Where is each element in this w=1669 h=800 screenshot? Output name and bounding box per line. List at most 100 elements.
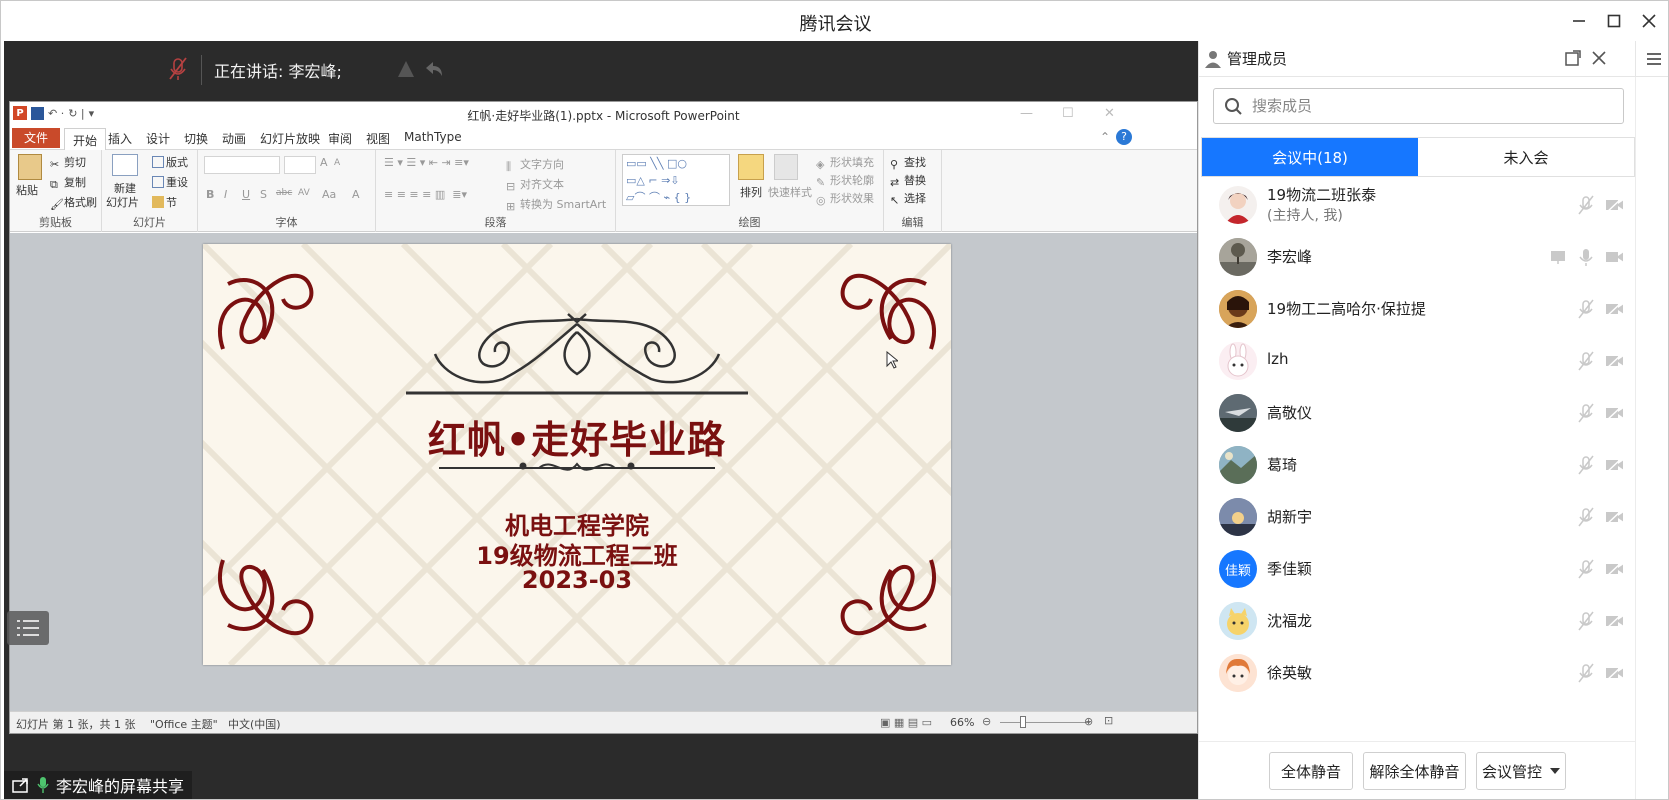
- mic-muted-icon[interactable]: [1577, 611, 1595, 631]
- paste-button[interactable]: 粘贴: [16, 182, 38, 198]
- copy-button[interactable]: ⧉ 复制: [50, 174, 86, 191]
- view-buttons[interactable]: ▣ ▦ ▤ ▭: [880, 716, 932, 729]
- tab-review[interactable]: 审阅: [328, 130, 352, 147]
- align-icons[interactable]: ≡ ≡ ≡ ≡ ▥ ≣▾: [384, 188, 467, 201]
- change-case-button[interactable]: Aa: [322, 188, 336, 201]
- camera-off-icon[interactable]: [1605, 611, 1623, 631]
- shadow-button[interactable]: S: [260, 188, 267, 201]
- bold-button[interactable]: B: [206, 188, 214, 201]
- close-panel-icon[interactable]: [1587, 46, 1611, 70]
- replace-button[interactable]: ⇄ 替换: [890, 172, 926, 189]
- quick-styles-icon[interactable]: [774, 154, 798, 180]
- find-button[interactable]: ⚲ 查找: [890, 154, 926, 171]
- member-row[interactable]: 胡新宇: [1199, 491, 1635, 543]
- tab-view[interactable]: 视图: [366, 130, 390, 147]
- mic-muted-icon[interactable]: [1577, 559, 1595, 579]
- shapes-gallery[interactable]: ▭▭ ╲╲ □○ ▭△ ⌐ ⇒⇩ ▱⌒ ⌒ ⌁ { }: [622, 154, 730, 206]
- ppt-minimize-icon[interactable]: —: [1020, 106, 1033, 121]
- mic-muted-icon[interactable]: [1577, 195, 1595, 215]
- tab-home[interactable]: 开始: [64, 128, 107, 151]
- member-row[interactable]: 徐英敏: [1199, 647, 1635, 699]
- help-icon[interactable]: ?: [1116, 129, 1132, 145]
- member-row[interactable]: 19物流二班张泰 (主持人, 我): [1199, 179, 1635, 231]
- meeting-control-button[interactable]: 会议管控: [1476, 752, 1566, 790]
- ppt-close-icon[interactable]: ✕: [1104, 106, 1115, 121]
- zoom-slider-thumb[interactable]: [1020, 716, 1026, 728]
- pop-out-icon[interactable]: [1561, 46, 1585, 70]
- mic-on-icon[interactable]: [1577, 247, 1595, 267]
- arrange-icon[interactable]: [738, 154, 764, 180]
- shape-effects-button[interactable]: ◎ 形状效果: [816, 190, 874, 207]
- cut-button[interactable]: ✂ 剪切: [50, 154, 86, 171]
- quick-styles-button[interactable]: 快速样式: [768, 184, 812, 200]
- mic-muted-icon[interactable]: [1577, 299, 1595, 319]
- text-direction-button[interactable]: ⫼ 文字方向: [506, 156, 564, 173]
- close-icon[interactable]: [1637, 9, 1661, 33]
- zoom-in-icon[interactable]: ⊕: [1084, 715, 1093, 728]
- tab-in-meeting[interactable]: 会议中(18): [1202, 138, 1418, 176]
- maximize-icon[interactable]: [1602, 9, 1626, 33]
- tab-slideshow[interactable]: 幻灯片放映: [260, 130, 320, 147]
- shape-fill-button[interactable]: ◈ 形状填充: [816, 154, 874, 171]
- char-spacing-button[interactable]: AV: [298, 188, 310, 198]
- paste-icon[interactable]: [18, 154, 42, 180]
- layout-button[interactable]: 版式: [152, 154, 188, 170]
- font-grow-button[interactable]: A: [320, 156, 328, 169]
- camera-off-icon[interactable]: [1605, 195, 1623, 215]
- mic-muted-icon[interactable]: [1577, 455, 1595, 475]
- tab-not-joined[interactable]: 未入会: [1418, 138, 1634, 176]
- side-menu-icon[interactable]: [1635, 41, 1668, 77]
- camera-off-icon[interactable]: [1605, 455, 1623, 475]
- font-color-button[interactable]: A: [352, 188, 360, 201]
- mic-muted-icon[interactable]: [1577, 663, 1595, 683]
- font-shrink-button[interactable]: A: [334, 158, 340, 168]
- camera-off-icon[interactable]: [1605, 403, 1623, 423]
- tab-insert[interactable]: 插入: [108, 130, 132, 147]
- select-button[interactable]: ↖ 选择: [890, 190, 926, 207]
- tab-mathtype[interactable]: MathType: [404, 130, 462, 144]
- ribbon-collapse-icon[interactable]: ⌃: [1100, 130, 1110, 144]
- member-row[interactable]: 李宏峰: [1199, 231, 1635, 283]
- align-text-button[interactable]: ⊟ 对齐文本: [506, 176, 564, 193]
- camera-off-icon[interactable]: [1605, 559, 1623, 579]
- member-row[interactable]: 佳颖 季佳颖: [1199, 543, 1635, 595]
- section-button[interactable]: 节: [152, 194, 177, 210]
- camera-off-icon[interactable]: [1605, 299, 1623, 319]
- bullets-icon[interactable]: ☰ ▾ ☰ ▾ ⇤ ⇥ ≡▾: [384, 156, 469, 169]
- zoom-slider[interactable]: [1000, 722, 1090, 723]
- arrange-button[interactable]: 排列: [740, 184, 762, 200]
- member-row[interactable]: 沈福龙: [1199, 595, 1635, 647]
- tab-animations[interactable]: 动画: [222, 130, 246, 147]
- font-family-select[interactable]: [204, 156, 280, 174]
- tab-design[interactable]: 设计: [146, 130, 170, 147]
- mic-muted-icon[interactable]: [1577, 507, 1595, 527]
- tab-transitions[interactable]: 切换: [184, 130, 208, 147]
- camera-off-icon[interactable]: [1605, 247, 1623, 267]
- list-toggle-button[interactable]: [7, 611, 49, 645]
- mic-muted-icon[interactable]: [1577, 351, 1595, 371]
- shape-outline-button[interactable]: ✎ 形状轮廓: [816, 172, 874, 189]
- zoom-out-icon[interactable]: ⊖: [982, 715, 991, 728]
- underline-button[interactable]: U: [242, 188, 250, 201]
- member-row[interactable]: 高敬仪: [1199, 387, 1635, 439]
- member-search-box[interactable]: [1213, 88, 1624, 124]
- italic-button[interactable]: I: [224, 188, 227, 201]
- format-painter-button[interactable]: 🖌格式刷: [50, 194, 97, 211]
- annotate-icon[interactable]: [394, 55, 418, 83]
- font-size-select[interactable]: [284, 156, 316, 174]
- unmute-all-button[interactable]: 解除全体静音: [1363, 752, 1466, 790]
- tab-file[interactable]: 文件: [12, 128, 60, 148]
- camera-off-icon[interactable]: [1605, 507, 1623, 527]
- new-slide-dropdown[interactable]: 幻灯片: [106, 194, 139, 210]
- fit-window-icon[interactable]: ⊡: [1104, 714, 1113, 727]
- new-slide-icon[interactable]: [112, 154, 138, 176]
- reset-button[interactable]: 重设: [152, 174, 188, 190]
- search-input[interactable]: [1252, 97, 1623, 115]
- camera-off-icon[interactable]: [1605, 351, 1623, 371]
- slide[interactable]: 红帆•走好毕业路 机电工程学院 19级物流工程二班 2023-03: [203, 244, 951, 665]
- mic-muted-icon[interactable]: [1577, 403, 1595, 423]
- member-row[interactable]: lzh: [1199, 335, 1635, 387]
- member-row[interactable]: 19物工二高哈尔·保拉提: [1199, 283, 1635, 335]
- strikethrough-button[interactable]: abc: [276, 188, 292, 198]
- camera-off-icon[interactable]: [1605, 663, 1623, 683]
